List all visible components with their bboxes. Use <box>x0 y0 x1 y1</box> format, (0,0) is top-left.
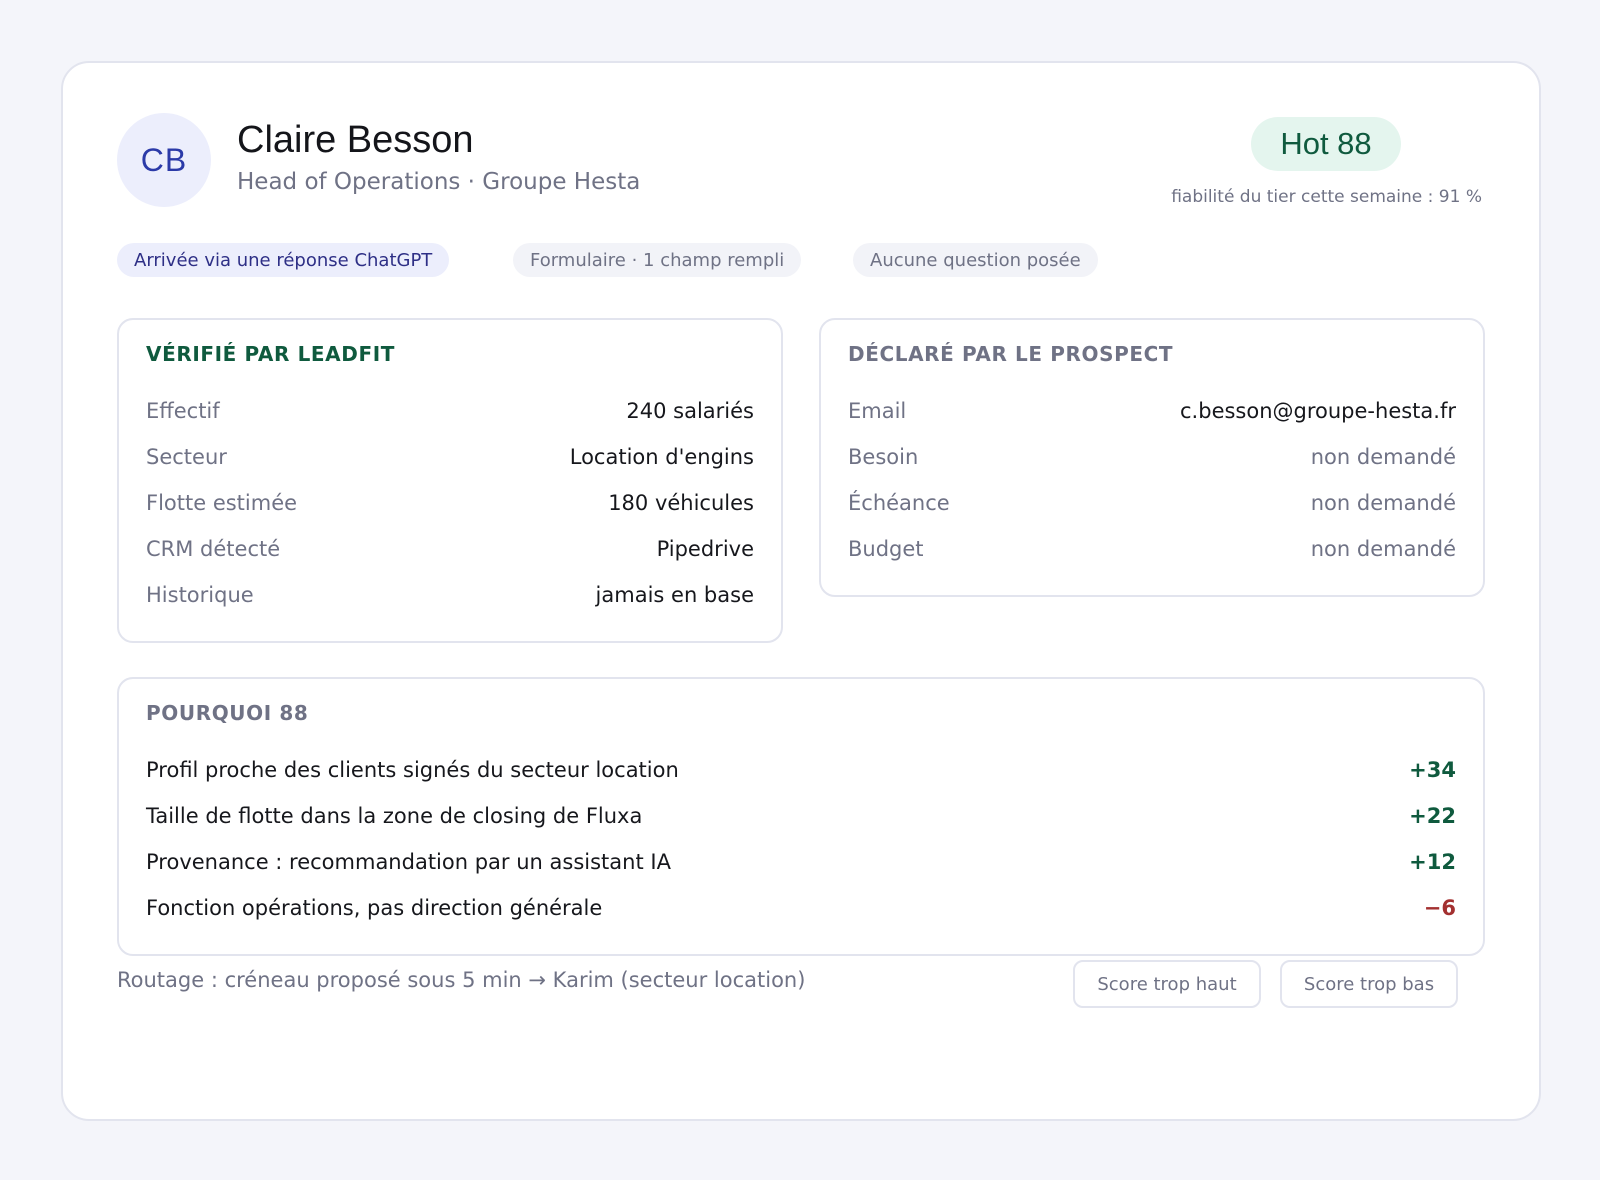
score-factor-row: Profil proche des clients signés du sect… <box>146 747 1456 793</box>
field-value: Pipedrive <box>656 537 754 561</box>
factor-label: Provenance : recommandation par un assis… <box>146 850 671 874</box>
declared-row: Besoin non demandé <box>848 434 1456 480</box>
score-breakdown-panel: POURQUOI 88 Profil proche des clients si… <box>117 677 1485 956</box>
tier-reliability: fiabilité du tier cette semaine : 91 % <box>1171 187 1482 207</box>
field-label: Secteur <box>146 445 227 469</box>
verified-row: Flotte estimée 180 véhicules <box>146 480 754 526</box>
verified-row: Effectif 240 salariés <box>146 388 754 434</box>
declared-panel: DÉCLARÉ PAR LE PROSPECT Email c.besson@g… <box>819 318 1485 597</box>
score-factor-row: Fonction opérations, pas direction génér… <box>146 885 1456 931</box>
field-label: Besoin <box>848 445 919 469</box>
verified-row: Secteur Location d'engins <box>146 434 754 480</box>
field-value: non demandé <box>1310 537 1456 561</box>
factor-label: Profil proche des clients signés du sect… <box>146 758 679 782</box>
breakdown-title: POURQUOI 88 <box>146 701 309 725</box>
field-label: Échéance <box>848 491 950 515</box>
avatar: CB <box>117 113 211 207</box>
factor-points: +12 <box>1409 850 1456 874</box>
source-chip: Arrivée via une réponse ChatGPT <box>117 243 450 277</box>
field-value: non demandé <box>1310 445 1456 469</box>
field-label: Historique <box>146 583 254 607</box>
declared-row: Email c.besson@groupe-hesta.fr <box>848 388 1456 434</box>
field-label: Budget <box>848 537 924 561</box>
score-factor-row: Taille de flotte dans la zone de closing… <box>146 793 1456 839</box>
form-chip: Formulaire · 1 champ rempli <box>513 243 802 277</box>
declared-title: DÉCLARÉ PAR LE PROSPECT <box>848 342 1174 366</box>
verified-title: VÉRIFIÉ PAR LEADFIT <box>146 342 396 366</box>
field-value: jamais en base <box>595 583 754 607</box>
factor-points: −6 <box>1423 896 1456 920</box>
email-value: c.besson@groupe-hesta.fr <box>1180 399 1456 423</box>
declared-row: Budget non demandé <box>848 526 1456 572</box>
avatar-initials: CB <box>140 141 188 178</box>
field-value: non demandé <box>1310 491 1456 515</box>
verified-row: CRM détecté Pipedrive <box>146 526 754 572</box>
lead-name: Claire Besson <box>237 119 474 161</box>
lead-card: CB Claire Besson Head of Operations · Gr… <box>61 61 1541 1121</box>
verified-row: Historique jamais en base <box>146 572 754 618</box>
factor-points: +34 <box>1409 758 1456 782</box>
lead-role: Head of Operations · Groupe Hesta <box>237 169 641 195</box>
field-label: Flotte estimée <box>146 491 298 515</box>
field-value: 240 salariés <box>626 399 754 423</box>
routing-info: Routage : créneau proposé sous 5 min → K… <box>117 968 806 992</box>
field-label: Effectif <box>146 399 220 423</box>
factor-label: Fonction opérations, pas direction génér… <box>146 896 603 920</box>
field-label: CRM détecté <box>146 537 281 561</box>
score-badge: Hot 88 <box>1251 117 1401 171</box>
field-value: 180 véhicules <box>608 491 754 515</box>
questions-chip: Aucune question posée <box>853 243 1098 277</box>
field-value: Location d'engins <box>569 445 754 469</box>
score-factor-row: Provenance : recommandation par un assis… <box>146 839 1456 885</box>
verified-panel: VÉRIFIÉ PAR LEADFIT Effectif 240 salarié… <box>117 318 783 643</box>
score-too-low-button[interactable]: Score trop bas <box>1280 960 1458 1008</box>
field-label: Email <box>848 399 907 423</box>
score-too-high-button[interactable]: Score trop haut <box>1073 960 1261 1008</box>
declared-row: Échéance non demandé <box>848 480 1456 526</box>
factor-label: Taille de flotte dans la zone de closing… <box>146 804 643 828</box>
factor-points: +22 <box>1409 804 1456 828</box>
